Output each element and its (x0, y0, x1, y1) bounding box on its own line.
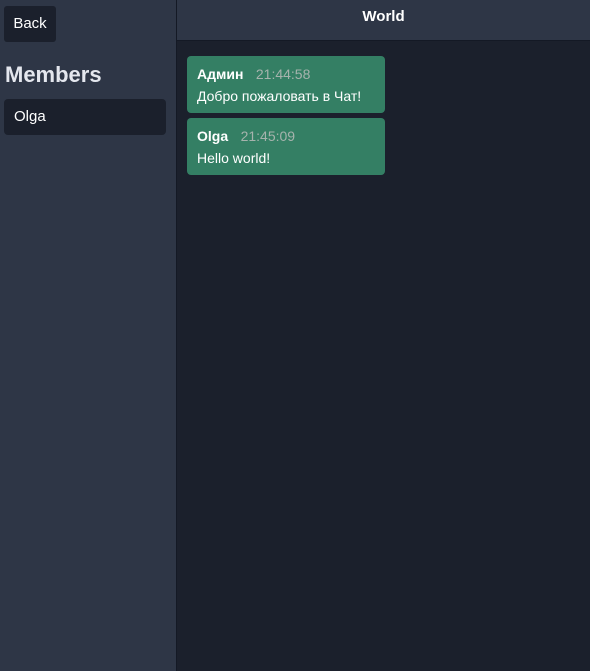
members-sidebar: Back Members Olga (0, 0, 176, 671)
chat-title: World (177, 0, 590, 41)
message-bubble: Olga 21:45:09 Hello world! (187, 118, 385, 175)
back-button[interactable]: Back (4, 6, 56, 42)
message-meta: Админ 21:44:58 (197, 65, 375, 83)
message-timestamp: 21:45:09 (240, 128, 296, 144)
message-list: Админ 21:44:58 Добро пожаловать в Чат! O… (187, 56, 385, 180)
message-timestamp: 21:44:58 (255, 66, 311, 82)
chat-panel: World Админ 21:44:58 Добро пожаловать в … (176, 0, 590, 671)
member-list: Olga (4, 99, 166, 135)
members-heading: Members (5, 62, 102, 87)
message-bubble: Админ 21:44:58 Добро пожаловать в Чат! (187, 56, 385, 113)
message-meta: Olga 21:45:09 (197, 127, 375, 145)
message-author: Админ (197, 66, 244, 82)
member-item-olga[interactable]: Olga (4, 99, 166, 135)
chat-app: Back Members Olga World Админ 21:44:58 Д… (0, 0, 590, 671)
message-text: Добро пожаловать в Чат! (197, 88, 362, 104)
message-author: Olga (197, 128, 229, 144)
message-text: Hello world! (197, 150, 271, 166)
